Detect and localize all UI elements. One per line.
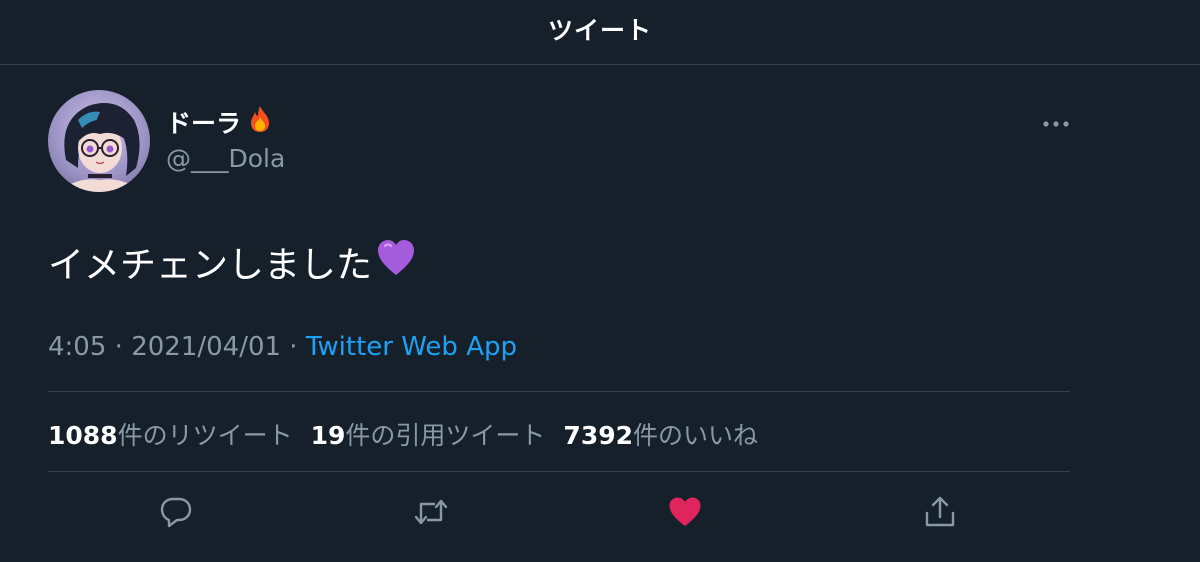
quotes-stat[interactable]: 19件の引用ツイート	[311, 416, 546, 452]
share-button[interactable]	[920, 494, 960, 534]
quotes-count: 19	[310, 421, 346, 450]
tweet-stats: 1088件のリツイート 19件の引用ツイート 7392件のいいね	[48, 416, 776, 452]
user-display-name[interactable]: ドーラ	[166, 104, 241, 140]
more-options-icon[interactable]	[1040, 112, 1074, 136]
meta-separator: ·	[281, 332, 306, 362]
top-header: ツイート	[0, 0, 1200, 65]
likes-stat[interactable]: 7392件のいいね	[563, 416, 758, 452]
like-button[interactable]	[665, 494, 705, 534]
retweet-button[interactable]	[411, 494, 451, 534]
share-icon	[923, 495, 957, 533]
tweet-text: イメチェンしました	[48, 245, 373, 286]
retweets-label: 件のリツイート	[117, 421, 293, 450]
meta-separator: ·	[106, 332, 132, 362]
likes-label: 件のいいね	[633, 421, 759, 450]
like-icon	[668, 496, 702, 532]
reply-button[interactable]	[156, 494, 196, 534]
purple-heart-icon	[376, 239, 416, 286]
retweets-stat[interactable]: 1088件のリツイート	[48, 416, 293, 452]
divider	[48, 391, 1070, 392]
likes-count: 7392	[563, 421, 634, 450]
tweet-text-row: イメチェンしました	[48, 236, 416, 288]
divider	[48, 471, 1070, 472]
avatar[interactable]	[48, 90, 150, 192]
header-title: ツイート	[547, 16, 652, 45]
user-handle[interactable]: @___Dola	[166, 144, 285, 173]
retweets-count: 1088	[48, 421, 118, 450]
quotes-label: 件の引用ツイート	[345, 421, 546, 450]
tweet-time[interactable]: 4:05	[48, 332, 106, 362]
tweet-date[interactable]: 2021/04/01	[131, 332, 281, 362]
user-display-name-row[interactable]: ドーラ	[166, 104, 275, 140]
fire-icon	[245, 104, 275, 140]
reply-icon	[159, 495, 193, 533]
retweet-icon	[413, 495, 449, 533]
tweet-meta: 4:05 · 2021/04/01 · Twitter Web App	[48, 332, 517, 362]
tweet-source-link[interactable]: Twitter Web App	[306, 332, 517, 362]
